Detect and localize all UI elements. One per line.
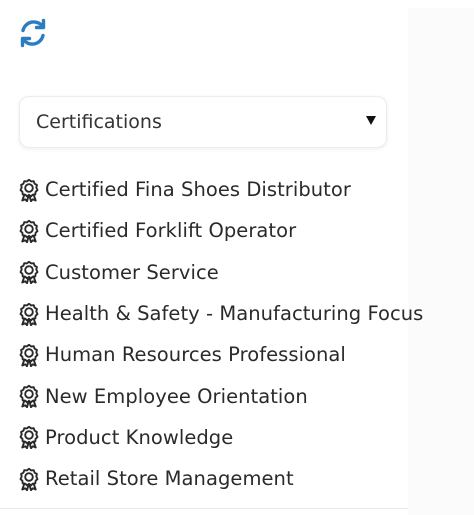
certification-item[interactable]: Retail Store Management	[18, 458, 423, 499]
award-badge-icon	[19, 302, 39, 326]
award-badge-icon	[19, 467, 39, 491]
certifications-list: Certified Fina Shoes Distributor Certifi…	[18, 169, 423, 499]
award-badge-icon	[19, 261, 39, 285]
award-badge-icon	[19, 384, 39, 409]
certification-item[interactable]: Customer Service	[18, 252, 423, 293]
award-badge-icon	[19, 178, 39, 202]
certification-item[interactable]: Human Resources Professional	[18, 334, 423, 375]
certification-label: Customer Service	[45, 260, 219, 284]
refresh-button[interactable]	[16, 16, 50, 50]
refresh-icon	[20, 18, 46, 48]
certification-item[interactable]: Health & Safety - Manufacturing Focus	[18, 293, 423, 334]
certification-item[interactable]: Certified Forklift Operator	[18, 210, 423, 251]
certification-label: New Employee Orientation	[45, 384, 308, 408]
certification-item[interactable]: Product Knowledge	[18, 417, 423, 458]
certification-label: Certified Fina Shoes Distributor	[45, 178, 351, 202]
award-badge-icon	[19, 343, 39, 367]
certification-label: Product Knowledge	[45, 425, 234, 449]
certification-label: Health & Safety - Manufacturing Focus	[45, 302, 424, 326]
certification-label: Human Resources Professional	[45, 343, 346, 367]
award-badge-icon	[19, 219, 39, 243]
caret-down-icon	[366, 116, 376, 125]
certification-label: Certified Forklift Operator	[45, 219, 297, 243]
certification-label: Retail Store Management	[45, 467, 294, 491]
certification-item[interactable]: New Employee Orientation	[18, 375, 423, 416]
bottom-divider	[0, 508, 408, 509]
certification-item[interactable]: Certified Fina Shoes Distributor	[18, 169, 423, 210]
category-select[interactable]: Certifications	[19, 96, 387, 148]
award-badge-icon	[19, 426, 39, 450]
category-select-value: Certifications	[36, 111, 162, 133]
